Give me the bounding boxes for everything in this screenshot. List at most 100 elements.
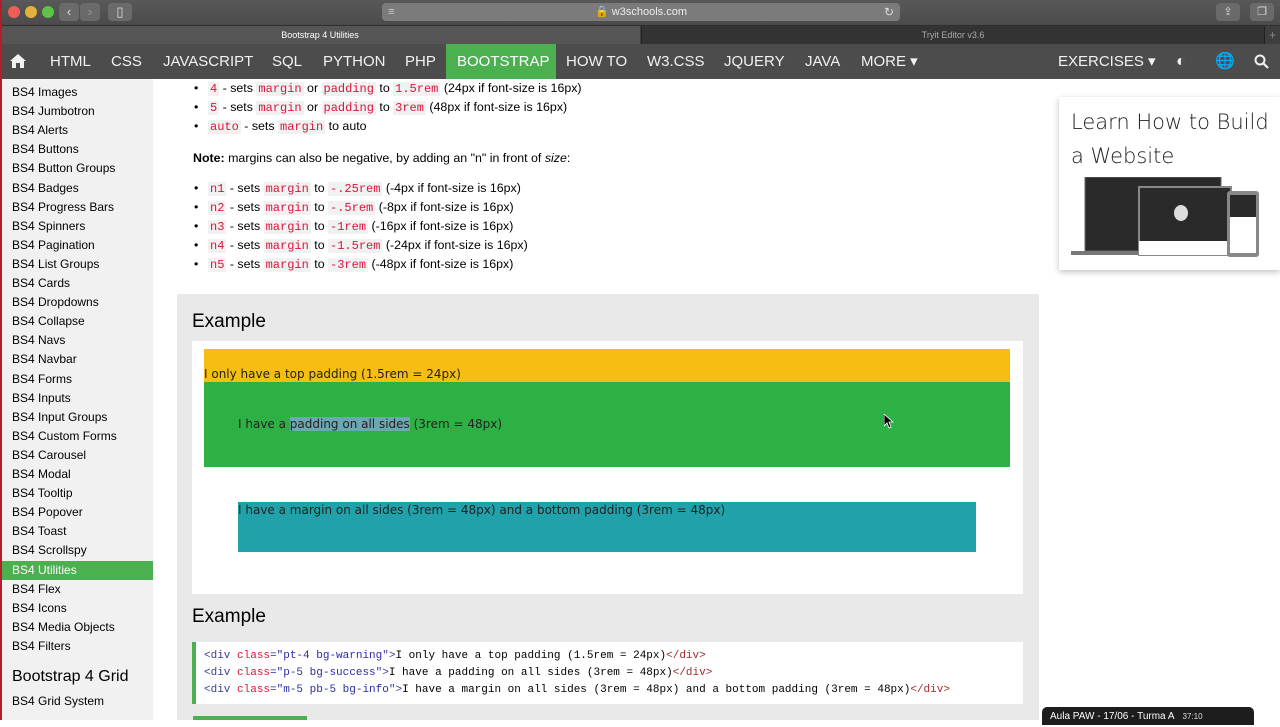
overlay-title: Aula PAW - 17/06 - Turma A bbox=[1050, 711, 1175, 722]
nav-html[interactable]: HTML bbox=[40, 44, 101, 79]
sidebar-item[interactable]: BS4 Cards bbox=[0, 274, 153, 293]
list-text: (-8px if font-size is 16px) bbox=[375, 200, 514, 214]
sidebar-item[interactable]: BS4 Badges bbox=[0, 179, 153, 198]
nav-w3css[interactable]: W3.CSS bbox=[637, 44, 715, 79]
contrast-icon[interactable]: ◐ bbox=[1166, 44, 1196, 79]
search-icon[interactable] bbox=[1254, 54, 1269, 69]
tab-tryit-editor[interactable]: Tryit Editor v3.6 bbox=[641, 26, 1264, 45]
nav-php[interactable]: PHP bbox=[395, 44, 446, 79]
success-text: I have a padding on all sides (3rem = 48… bbox=[238, 417, 502, 431]
inline-code: auto bbox=[208, 120, 241, 134]
browser-chrome: ‹ › ▯ ≡ 🔒 w3schools.com ↻ ⇪ ❐ Bootstrap … bbox=[0, 0, 1280, 45]
tab-overview-button[interactable]: ❐ bbox=[1250, 3, 1274, 21]
sidebar-item[interactable]: BS4 Scrollspy bbox=[0, 541, 153, 560]
back-button[interactable]: ‹ bbox=[59, 3, 79, 21]
sidebar-item[interactable]: BS4 Filters bbox=[0, 637, 153, 656]
devices-image bbox=[1071, 177, 1259, 257]
inline-code: -.25rem bbox=[328, 182, 383, 196]
sidebar-item[interactable]: BS4 Grid System bbox=[0, 692, 153, 711]
try-it-yourself-button[interactable] bbox=[193, 716, 307, 720]
sidebar-item[interactable]: BS4 Input Groups bbox=[0, 408, 153, 427]
nav-java[interactable]: JAVA bbox=[795, 44, 850, 79]
address-bar[interactable]: ≡ 🔒 w3schools.com ↻ bbox=[382, 3, 900, 21]
reader-icon[interactable]: ≡ bbox=[388, 3, 394, 21]
maximize-window-button[interactable] bbox=[42, 6, 54, 18]
sidebar-item[interactable]: BS4 Forms bbox=[0, 370, 153, 389]
example-title: Example bbox=[192, 311, 266, 332]
sidebar-item[interactable]: BS4 Pagination bbox=[0, 236, 153, 255]
sidebar-item[interactable]: BS4 List Groups bbox=[0, 255, 153, 274]
list-text: or bbox=[303, 100, 322, 114]
nav-python[interactable]: PYTHON bbox=[313, 44, 396, 79]
sidebar-item[interactable]: BS4 Popover bbox=[0, 503, 153, 522]
top-navigation: HTML CSS JAVASCRIPT SQL PYTHON PHP BOOTS… bbox=[0, 44, 1280, 79]
share-icon: ⇪ bbox=[1223, 6, 1233, 18]
sidebar-toggle-button[interactable]: ▯ bbox=[108, 3, 132, 21]
new-tab-button[interactable]: + bbox=[1264, 26, 1280, 45]
nav-css[interactable]: CSS bbox=[101, 44, 152, 79]
sidebar-item[interactable]: BS4 Media Objects bbox=[0, 618, 153, 637]
sidebar-item[interactable]: BS4 Utilities bbox=[0, 560, 153, 580]
code-punct: "> bbox=[388, 684, 403, 696]
sidebar-item[interactable]: BS4 Dropdowns bbox=[0, 293, 153, 312]
sidebar-item[interactable]: BS4 Alerts bbox=[0, 121, 153, 140]
list-text: to bbox=[310, 181, 329, 195]
nav-more-dropdown[interactable]: MORE ▾ bbox=[851, 44, 928, 79]
forward-button[interactable]: › bbox=[80, 3, 100, 21]
nav-javascript[interactable]: JAVASCRIPT bbox=[153, 44, 263, 79]
globe-icon[interactable]: 🌐 bbox=[1205, 44, 1245, 79]
sidebar-item[interactable]: BS4 Navs bbox=[0, 331, 153, 350]
inline-code: n2 bbox=[208, 201, 227, 215]
nav-jquery[interactable]: JQUERY bbox=[714, 44, 795, 79]
sidebar-item[interactable]: BS4 Spinners bbox=[0, 217, 153, 236]
sidebar-item[interactable]: BS4 Tooltip bbox=[0, 484, 153, 503]
nav-exercises-dropdown[interactable]: EXERCISES ▾ bbox=[1048, 44, 1166, 79]
reload-icon[interactable]: ↻ bbox=[884, 3, 894, 21]
sidebar-item[interactable]: BS4 Images bbox=[0, 83, 153, 102]
code-attr: class bbox=[237, 650, 271, 662]
sidebar-item[interactable]: BS4 Jumbotron bbox=[0, 102, 153, 121]
code-tag: </div> bbox=[666, 650, 706, 662]
code-attr: class bbox=[237, 684, 271, 696]
ad-learn-website[interactable]: Learn How to Build a Website bbox=[1059, 97, 1280, 270]
sidebar-item[interactable]: BS4 Progress Bars bbox=[0, 198, 153, 217]
sidebar-item[interactable]: BS4 Flex bbox=[0, 580, 153, 599]
sidebar-item[interactable]: BS4 Buttons bbox=[0, 140, 153, 159]
list-item: 4 - sets margin or padding to 1.5rem (24… bbox=[194, 79, 582, 98]
list-text: (24px if font-size is 16px) bbox=[440, 81, 582, 95]
chevron-left-icon: ‹ bbox=[66, 4, 72, 19]
list-text: - sets bbox=[219, 100, 257, 114]
list-item: n4 - sets margin to -1.5rem (-24px if fo… bbox=[194, 236, 528, 255]
sidebar-item[interactable]: BS4 Carousel bbox=[0, 446, 153, 465]
list-text: (-24px if font-size is 16px) bbox=[382, 238, 528, 252]
sidebar-item[interactable]: BS4 Navbar bbox=[0, 350, 153, 369]
code-punct: "> bbox=[382, 650, 396, 662]
nav-how-to[interactable]: HOW TO bbox=[556, 44, 637, 79]
code-line: <div class="pt-4 bg-warning">I only have… bbox=[204, 648, 1023, 665]
note-paragraph: Note: margins can also be negative, by a… bbox=[193, 151, 570, 165]
sidebar-item[interactable]: BS4 Modal bbox=[0, 465, 153, 484]
list-text: - sets bbox=[226, 219, 264, 233]
sidebar-item[interactable]: BS4 Button Groups bbox=[0, 159, 153, 178]
sidebar-item[interactable]: BS4 Inputs bbox=[0, 389, 153, 408]
tab-strip: Bootstrap 4 Utilities Tryit Editor v3.6 … bbox=[0, 25, 1280, 45]
sidebar-item[interactable]: BS4 Toast bbox=[0, 522, 153, 541]
home-icon[interactable] bbox=[10, 54, 26, 68]
code-text: I have a margin on all sides (3rem = 48p… bbox=[402, 684, 911, 696]
inline-code: margin bbox=[263, 201, 311, 215]
close-window-button[interactable] bbox=[8, 6, 20, 18]
example-box: Example I only have a top padding (1.5re… bbox=[177, 294, 1039, 596]
tab-bootstrap-utilities[interactable]: Bootstrap 4 Utilities bbox=[0, 26, 640, 45]
nav-bootstrap[interactable]: BOOTSTRAP bbox=[446, 44, 556, 79]
inline-code: -1rem bbox=[328, 220, 369, 234]
share-button[interactable]: ⇪ bbox=[1216, 3, 1240, 21]
url-text: w3schools.com bbox=[611, 6, 687, 18]
window-edge bbox=[0, 0, 2, 720]
sidebar-item[interactable]: BS4 Icons bbox=[0, 599, 153, 618]
list-text: (-48px if font-size is 16px) bbox=[368, 257, 514, 271]
nav-sql[interactable]: SQL bbox=[262, 44, 312, 79]
sidebar-item[interactable]: BS4 Custom Forms bbox=[0, 427, 153, 446]
inline-code: padding bbox=[321, 82, 376, 96]
minimize-window-button[interactable] bbox=[25, 6, 37, 18]
sidebar-item[interactable]: BS4 Collapse bbox=[0, 312, 153, 331]
